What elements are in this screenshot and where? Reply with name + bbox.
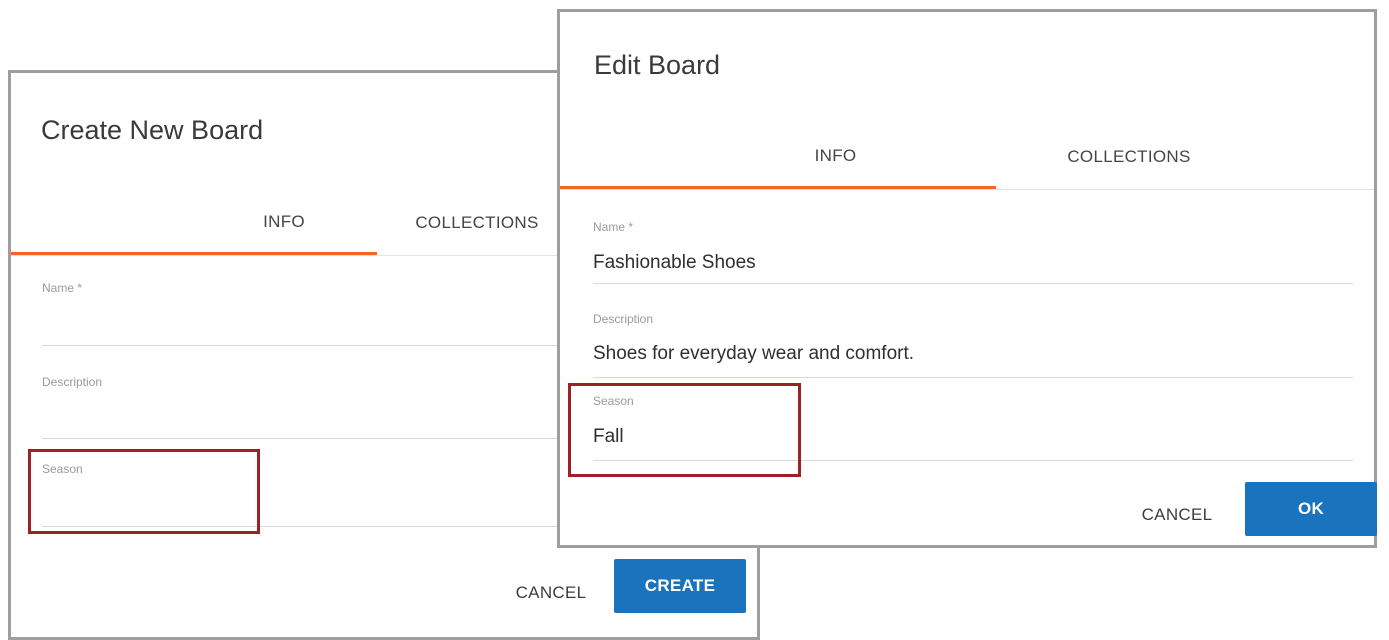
name-field[interactable]: Name * Fashionable Shoes: [593, 214, 1353, 284]
cancel-button[interactable]: CANCEL: [501, 573, 601, 613]
tab-info[interactable]: INFO: [560, 125, 996, 189]
season-highlight-box: [28, 449, 260, 534]
description-field-label: Description: [42, 375, 103, 389]
dialog-title: Edit Board: [594, 50, 721, 80]
tab-collections[interactable]: COLLECTIONS: [996, 125, 1242, 189]
cancel-button[interactable]: CANCEL: [1127, 495, 1227, 535]
name-field-value[interactable]: Fashionable Shoes: [593, 252, 756, 274]
tab-info[interactable]: INFO: [11, 191, 377, 255]
create-button[interactable]: CREATE: [614, 559, 746, 613]
name-field-label: Name *: [42, 281, 83, 295]
description-field-label: Description: [593, 312, 654, 326]
dialog-title: Create New Board: [41, 115, 264, 145]
tab-bar: INFO COLLECTIONS: [560, 125, 1374, 190]
description-field[interactable]: Description Shoes for everyday wear and …: [593, 306, 1353, 378]
ok-button[interactable]: OK: [1245, 482, 1377, 536]
edit-board-dialog: Edit Board INFO COLLECTIONS Name * Fashi…: [557, 9, 1377, 548]
tab-collections[interactable]: COLLECTIONS: [377, 191, 577, 255]
description-field-value[interactable]: Shoes for everyday wear and comfort.: [593, 343, 914, 365]
name-field-label: Name *: [593, 220, 634, 234]
season-highlight-box: [568, 383, 801, 477]
